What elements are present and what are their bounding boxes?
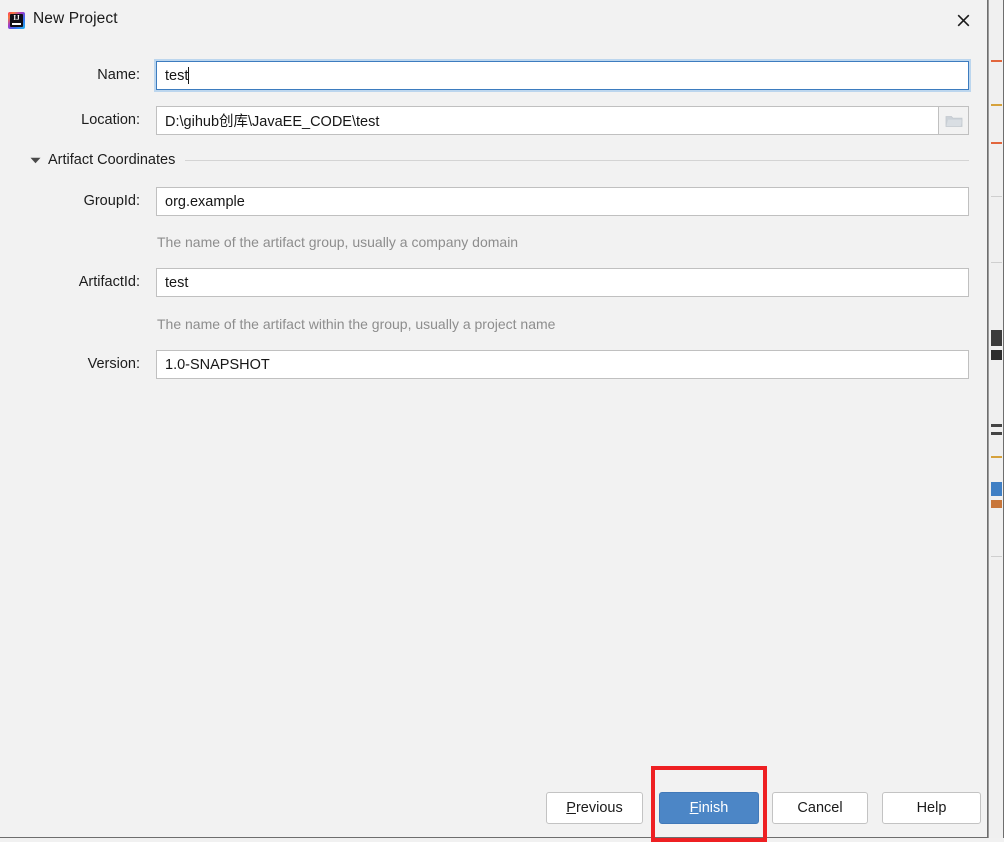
text-caret: [188, 67, 190, 84]
name-input-value: test: [165, 67, 189, 84]
artifact-coordinates-section-title: Artifact Coordinates: [48, 152, 176, 168]
previous-button[interactable]: Previous: [546, 792, 643, 824]
intellij-idea-icon: IJ: [8, 12, 25, 29]
artifact-id-help-text: The name of the artifact within the grou…: [157, 316, 556, 332]
artifact-coordinates-section-header[interactable]: Artifact Coordinates: [30, 152, 969, 168]
finish-button[interactable]: Finish: [659, 792, 759, 824]
folder-icon[interactable]: [939, 106, 969, 135]
name-label: Name:: [97, 67, 140, 83]
version-input[interactable]: 1.0-SNAPSHOT: [156, 350, 969, 379]
previous-button-label: revious: [575, 800, 623, 816]
finish-button-label: inish: [698, 800, 729, 816]
help-button[interactable]: Help: [882, 792, 981, 824]
artifact-id-input-value: test: [165, 274, 189, 291]
artifact-id-label: ArtifactId:: [78, 274, 140, 290]
version-label: Version:: [87, 356, 140, 372]
finish-button-mnemonic: F: [689, 800, 699, 816]
location-input-value: D:\gihub创库\JavaEE_CODE\test: [165, 114, 380, 130]
group-id-help-text: The name of the artifact group, usually …: [157, 234, 519, 250]
background-window-right-sliver: [988, 0, 1004, 838]
section-divider: [185, 159, 969, 161]
location-input[interactable]: D:\gihub创库\JavaEE_CODE\test: [156, 106, 939, 135]
dialog-title: New Project: [33, 10, 118, 27]
close-icon[interactable]: [949, 7, 977, 33]
name-input[interactable]: test: [154, 59, 971, 92]
group-id-input[interactable]: org.example: [156, 187, 969, 216]
cancel-button[interactable]: Cancel: [772, 792, 868, 824]
new-project-dialog: IJ New Project Name: test Location: D:\g…: [0, 0, 988, 838]
chevron-down-icon[interactable]: [30, 155, 41, 166]
intellij-idea-icon-label: IJ: [13, 14, 20, 22]
group-id-input-value: org.example: [165, 193, 245, 210]
previous-button-mnemonic: P: [566, 800, 576, 816]
version-input-value: 1.0-SNAPSHOT: [165, 356, 270, 373]
dialog-button-bar: Previous Finish Cancel Help: [0, 792, 988, 826]
group-id-label: GroupId:: [83, 193, 140, 209]
location-label: Location:: [81, 112, 140, 128]
artifact-id-input[interactable]: test: [156, 268, 969, 297]
dialog-title-bar: IJ New Project: [0, 0, 987, 41]
